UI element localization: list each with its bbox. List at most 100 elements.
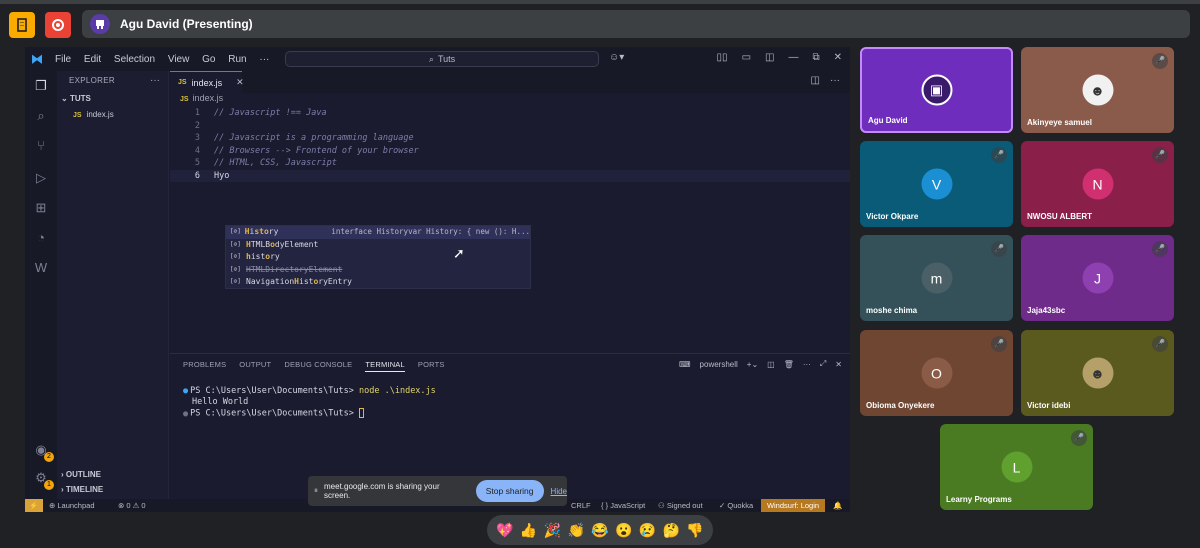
suggestion-item[interactable]: [⊘] HTMLDirectoryElement xyxy=(226,264,530,277)
file-index-js[interactable]: JS index.js xyxy=(57,107,168,123)
menu-file[interactable]: File xyxy=(55,54,71,65)
launchpad-item[interactable]: ⊕ Launchpad xyxy=(49,499,95,512)
command: node .\index.js xyxy=(359,386,436,396)
code-line: 3 // Javascript is a programming language xyxy=(170,132,850,145)
vscode-logo-icon: ⧓ xyxy=(31,52,43,66)
tab-terminal[interactable]: TERMINAL xyxy=(365,360,405,372)
copilot-icon[interactable]: ☺▾ xyxy=(609,52,624,63)
explorer-more-icon[interactable]: ··· xyxy=(150,71,160,91)
reaction-thinking-icon[interactable]: 🤔 xyxy=(663,522,680,539)
participant-tile[interactable]: L 🎤 Learny Programs xyxy=(940,424,1093,510)
restore-icon[interactable]: ⧉ xyxy=(812,52,819,63)
tab-problems[interactable]: PROBLEMS xyxy=(183,360,226,372)
reaction-thumbs-up-icon[interactable]: 👍 xyxy=(520,522,537,539)
suggestion-item[interactable]: [⊘] HTMLBodyElement xyxy=(226,239,530,252)
panel-toggle-icon[interactable]: ▭ xyxy=(742,52,751,63)
participant-name: Agu David xyxy=(868,116,908,125)
recording-button[interactable] xyxy=(45,12,71,38)
close-window-icon[interactable]: ✕ xyxy=(834,52,842,63)
extensions-icon[interactable]: ⊞ xyxy=(32,199,50,217)
accounts-badge: 2 xyxy=(44,452,54,462)
code-line: 2 xyxy=(170,120,850,133)
explorer-sidebar: EXPLORER ··· ⌄ TUTS JS index.js › OUTLINE… xyxy=(57,71,169,499)
explorer-icon[interactable]: ❐ xyxy=(32,77,50,95)
tab-index-js[interactable]: JS index.js ✕ xyxy=(170,71,244,93)
split-terminal-icon[interactable]: ◫ xyxy=(767,360,775,369)
language-item[interactable]: { } JavaScript xyxy=(601,499,645,512)
outline-section[interactable]: › OUTLINE xyxy=(57,470,169,479)
participant-tile[interactable]: ☻ 🎤 Akinyeye samuel xyxy=(1021,47,1174,133)
stop-sharing-button[interactable]: Stop sharing xyxy=(475,480,544,502)
meet-top-bar: Agu David (Presenting) xyxy=(0,0,1200,48)
minimize-icon[interactable]: — xyxy=(788,52,798,63)
menu-view[interactable]: View xyxy=(168,54,190,65)
panel-more-icon[interactable]: ··· xyxy=(803,360,811,369)
windsurf-icon[interactable]: W xyxy=(32,259,50,277)
tab-output[interactable]: OUTPUT xyxy=(239,360,271,372)
windsurf-login-button[interactable]: Windsurf: Login xyxy=(761,499,825,512)
menu-selection[interactable]: Selection xyxy=(114,54,155,65)
problems-count[interactable]: ⊗ 0 ⚠ 0 xyxy=(118,499,146,512)
accounts-icon[interactable]: ◉ 2 xyxy=(32,441,54,462)
run-debug-icon[interactable]: ▷ xyxy=(32,169,50,187)
terminal-icon: ⌨ xyxy=(679,359,691,369)
pause-icon: ⏸ xyxy=(314,486,318,495)
search-activity-icon[interactable]: ⌕ xyxy=(32,107,50,125)
remote-icon[interactable]: ◔ xyxy=(32,229,50,247)
close-tab-icon[interactable]: ✕ xyxy=(236,77,244,88)
hide-banner-link[interactable]: Hide xyxy=(551,487,567,496)
reaction-laugh-icon[interactable]: 😂 xyxy=(591,522,608,539)
participant-tile[interactable]: N 🎤 NWOSU ALBERT xyxy=(1021,141,1174,227)
terminal-profile[interactable]: powershell xyxy=(700,360,738,369)
menu-more[interactable]: ··· xyxy=(259,54,269,65)
presenting-bar[interactable]: Agu David (Presenting) xyxy=(82,10,1190,38)
participant-tile[interactable]: J 🎤 Jaja43sbc xyxy=(1021,235,1174,321)
participant-name: Victor Okpare xyxy=(866,212,919,221)
quokka-item[interactable]: ✓ Quokka xyxy=(719,499,753,512)
reaction-clap-icon[interactable]: 👏 xyxy=(567,522,584,539)
avatar: ▣ xyxy=(921,74,952,106)
layout-icon[interactable]: ▯▯ xyxy=(717,52,728,63)
maximize-panel-icon[interactable]: ⤢ xyxy=(820,359,826,369)
reaction-heart-icon[interactable]: 💖 xyxy=(496,522,513,539)
tab-debug-console[interactable]: DEBUG CONSOLE xyxy=(284,360,352,372)
menu-run[interactable]: Run xyxy=(228,54,246,65)
participant-tile[interactable]: ▣ Agu David xyxy=(860,47,1013,133)
eol-item[interactable]: CRLF xyxy=(571,499,591,512)
participant-tile[interactable]: ☻ 🎤 Victor idebi xyxy=(1021,330,1174,416)
settings-gear-icon[interactable]: ⚙ 1 xyxy=(32,469,54,490)
terminal-output[interactable]: ● PS C:\Users\User\Documents\Tuts> node .… xyxy=(183,386,436,420)
sidebar-toggle-icon[interactable]: ◫ xyxy=(765,52,774,63)
tab-ports[interactable]: PORTS xyxy=(418,360,445,372)
reaction-sad-icon[interactable]: 😢 xyxy=(639,522,656,539)
reaction-surprised-icon[interactable]: 😮 xyxy=(615,522,632,539)
notification-bell-icon[interactable]: 🔔 xyxy=(833,499,842,512)
editor-more-icon[interactable]: ··· xyxy=(830,75,840,86)
line-text: // Browsers --> Frontend of your browser xyxy=(214,145,419,156)
remote-status-icon[interactable]: ⚡ xyxy=(25,499,43,512)
suggestion-item[interactable]: [⊘] NavigationHistoryEntry xyxy=(226,276,530,289)
reaction-thumbs-down-icon[interactable]: 👎 xyxy=(686,522,703,539)
suggestion-item[interactable]: [⊘] History interface Historyvar History… xyxy=(226,226,530,239)
reaction-party-icon[interactable]: 🎉 xyxy=(544,522,561,539)
participant-tile[interactable]: m 🎤 moshe chima xyxy=(860,235,1013,321)
account-status[interactable]: ⚇ Signed out xyxy=(658,499,703,512)
split-editor-icon[interactable]: ◫ xyxy=(811,75,820,86)
breadcrumb[interactable]: JS index.js xyxy=(180,93,223,103)
folder-tuts[interactable]: ⌄ TUTS xyxy=(57,91,168,107)
prompt: PS C:\Users\User\Documents\Tuts> xyxy=(190,408,354,419)
symbol-icon: [⊘] xyxy=(230,265,241,273)
participant-tile[interactable]: V 🎤 Victor Okpare xyxy=(860,141,1013,227)
command-search[interactable]: ⌕ Tuts xyxy=(285,51,599,67)
trash-icon[interactable]: 🗑 xyxy=(784,360,794,369)
new-terminal-icon[interactable]: +⌄ xyxy=(747,360,758,369)
source-control-icon[interactable]: ⑂ xyxy=(32,137,50,155)
menu-go[interactable]: Go xyxy=(202,54,215,65)
close-panel-icon[interactable]: ✕ xyxy=(835,360,842,369)
meeting-info-button[interactable] xyxy=(9,12,35,38)
menu-edit[interactable]: Edit xyxy=(84,54,101,65)
participant-tile[interactable]: O 🎤 Obioma Onyekere xyxy=(860,330,1013,416)
timeline-section[interactable]: › TIMELINE xyxy=(57,485,169,494)
suggestion-item[interactable]: [⊘] history xyxy=(226,251,530,264)
panel-actions: ⌨ powershell +⌄ ◫ 🗑 ··· ⤢ ✕ xyxy=(679,359,842,369)
